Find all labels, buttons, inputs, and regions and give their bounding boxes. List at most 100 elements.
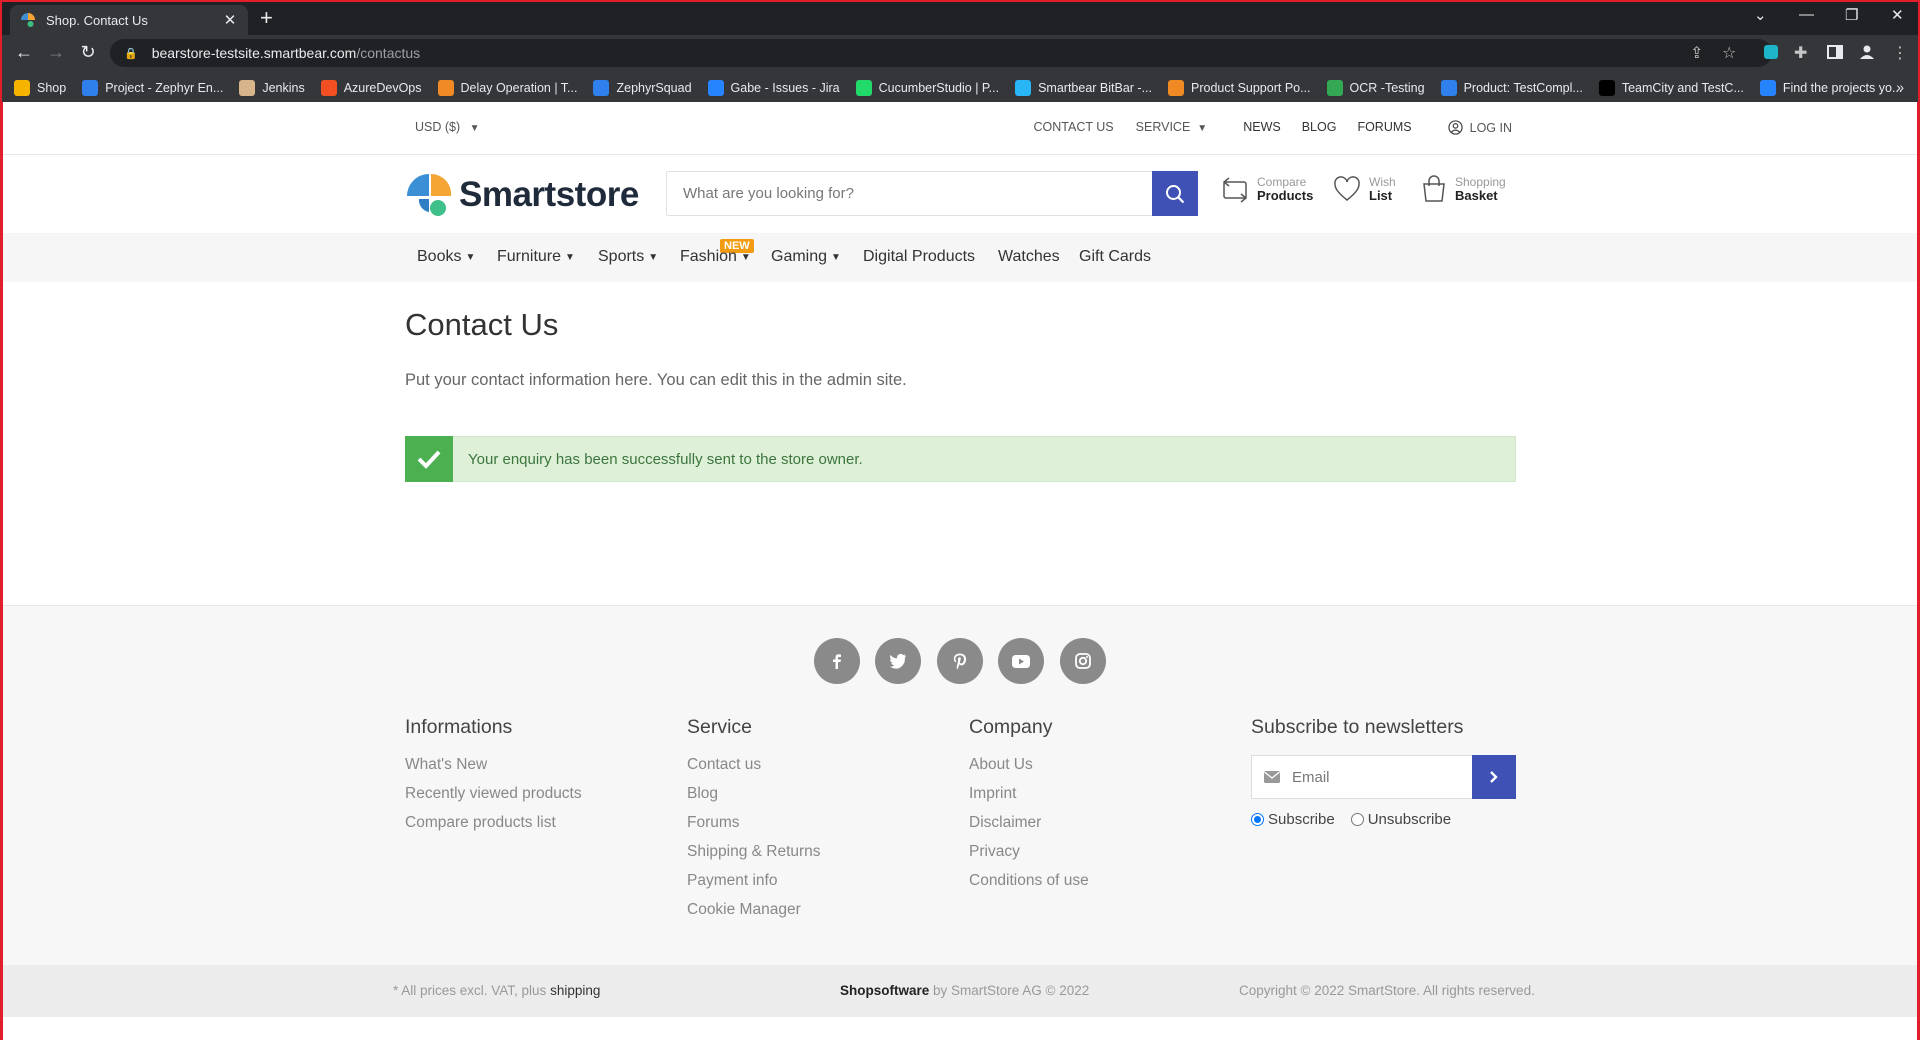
- profile-icon[interactable]: [1858, 43, 1876, 61]
- chevron-down-icon: ▼: [740, 252, 751, 263]
- wish-label-bottom: List: [1369, 188, 1393, 203]
- search-button[interactable]: [1152, 171, 1198, 216]
- bookmark-item[interactable]: TeamCity and TestC...: [1598, 79, 1744, 96]
- new-tab-icon[interactable]: +: [260, 7, 273, 29]
- back-icon[interactable]: ←: [13, 42, 35, 63]
- youtube-icon[interactable]: [998, 638, 1044, 684]
- nav-item-gaming[interactable]: Gaming ▼: [771, 248, 841, 266]
- bookmark-item[interactable]: ZephyrSquad: [593, 79, 692, 96]
- bookmark-item[interactable]: OCR -Testing: [1326, 79, 1425, 96]
- footer-link-conditions[interactable]: Conditions of use: [969, 872, 1089, 890]
- footer-link-compare-list[interactable]: Compare products list: [405, 814, 582, 832]
- compare-products-button[interactable]: Compare Products: [1221, 175, 1313, 203]
- tab-close-icon[interactable]: ✕: [222, 11, 238, 29]
- pinterest-icon[interactable]: [937, 638, 983, 684]
- bookmark-star-icon[interactable]: ☆: [1722, 43, 1736, 63]
- minimize-icon[interactable]: —: [1799, 6, 1814, 23]
- chevron-down-icon: ▼: [648, 252, 659, 263]
- nav-item-furniture[interactable]: Furniture ▼: [497, 248, 575, 266]
- share-icon[interactable]: ⇪: [1690, 43, 1703, 63]
- subscribe-option[interactable]: Subscribe: [1251, 811, 1335, 828]
- close-window-icon[interactable]: ✕: [1891, 6, 1904, 24]
- browser-tab[interactable]: Shop. Contact Us ✕: [10, 5, 248, 35]
- bookmark-item[interactable]: Find the projects yo...: [1759, 79, 1902, 96]
- footer-link-disclaimer[interactable]: Disclaimer: [969, 814, 1089, 832]
- unsubscribe-radio[interactable]: [1350, 813, 1364, 826]
- forward-icon[interactable]: →: [45, 42, 67, 63]
- newsletter-email-input[interactable]: [1292, 768, 1462, 786]
- search-icon: [1166, 184, 1185, 203]
- currency-selector[interactable]: USD ($) ▼: [415, 120, 480, 134]
- wish-list-button[interactable]: Wish List: [1333, 175, 1396, 203]
- bookmark-item[interactable]: Delay Operation | T...: [437, 79, 577, 96]
- footer-link-blog[interactable]: Blog: [687, 785, 821, 803]
- bookmark-item[interactable]: Jenkins: [239, 79, 305, 96]
- bookmark-favicon-icon: [14, 79, 30, 96]
- bookmark-item[interactable]: Product Support Po...: [1168, 79, 1311, 96]
- service-dropdown[interactable]: SERVICE ▼: [1136, 120, 1208, 135]
- footer-link-imprint[interactable]: Imprint: [969, 785, 1089, 803]
- menu-kebab-icon[interactable]: ⋮: [1892, 43, 1908, 63]
- bookmark-label: Jenkins: [262, 80, 305, 95]
- footer-link-about-us[interactable]: About Us: [969, 756, 1089, 774]
- bookmark-item[interactable]: Product: TestCompl...: [1440, 79, 1583, 96]
- bookmark-item[interactable]: Gabe - Issues - Jira: [707, 79, 840, 96]
- search-input[interactable]: [667, 172, 1153, 215]
- footer-link-whats-new[interactable]: What's New: [405, 756, 582, 774]
- user-circle-icon: [1447, 120, 1463, 135]
- nav-item-books[interactable]: Books ▼: [417, 248, 475, 266]
- checkmark-icon: [417, 450, 441, 469]
- compare-label-top: Compare: [1257, 175, 1307, 189]
- extensions-puzzle-icon[interactable]: ✚: [1794, 43, 1807, 63]
- page-title: Contact Us: [405, 307, 559, 342]
- bookmark-item[interactable]: Shop: [14, 79, 66, 96]
- copyright: Copyright © 2022 SmartStore. All rights …: [1239, 983, 1535, 998]
- reload-icon[interactable]: ↻: [77, 42, 99, 63]
- footer-link-contact-us[interactable]: Contact us: [687, 756, 821, 774]
- bookmark-item[interactable]: Smartbear BitBar -...: [1015, 79, 1152, 96]
- footer-link-recently-viewed[interactable]: Recently viewed products: [405, 785, 582, 803]
- bookmarks-overflow-icon[interactable]: »: [1896, 79, 1904, 95]
- contact-us-link[interactable]: CONTACT US: [1034, 120, 1114, 135]
- unsubscribe-option[interactable]: Unsubscribe: [1350, 811, 1451, 828]
- newsletter-submit-button[interactable]: [1472, 755, 1516, 799]
- instagram-icon[interactable]: [1060, 638, 1106, 684]
- footer-company-column: Company About Us Imprint Disclaimer Priv…: [969, 716, 1089, 901]
- footer-column-title: Company: [969, 716, 1053, 738]
- browser-chrome: Shop. Contact Us ✕ + ⌄ — ❐ ✕ ← → ↻ 🔒 bea…: [0, 0, 1920, 104]
- twitter-icon[interactable]: [875, 638, 921, 684]
- news-link[interactable]: NEWS: [1243, 120, 1281, 135]
- nav-item-fashion[interactable]: Fashion ▼: [680, 248, 751, 266]
- footer-link-payment-info[interactable]: Payment info: [687, 872, 821, 890]
- nav-item-digital-products[interactable]: Digital Products: [863, 248, 975, 266]
- shopsoftware-link[interactable]: Shopsoftware: [840, 983, 929, 998]
- footer-link-cookie-manager[interactable]: Cookie Manager: [687, 901, 821, 919]
- footer-link-privacy[interactable]: Privacy: [969, 843, 1089, 861]
- facebook-icon[interactable]: [814, 638, 860, 684]
- bookmark-item[interactable]: CucumberStudio | P...: [855, 79, 999, 96]
- side-panel-icon[interactable]: [1826, 43, 1844, 61]
- shipping-link[interactable]: shipping: [550, 983, 600, 998]
- tab-strip: Shop. Contact Us ✕ + ⌄ — ❐ ✕: [2, 2, 1918, 35]
- extension-icon[interactable]: [1762, 43, 1780, 61]
- footer-link-forums[interactable]: Forums: [687, 814, 821, 832]
- search-box: [666, 171, 1198, 216]
- restore-icon[interactable]: ❐: [1845, 6, 1858, 24]
- footer-link-shipping-returns[interactable]: Shipping & Returns: [687, 843, 821, 861]
- site-logo[interactable]: Smartstore: [405, 172, 639, 218]
- bookmark-favicon-icon: [320, 79, 337, 96]
- subscribe-radio[interactable]: [1251, 813, 1264, 826]
- forums-link[interactable]: FORUMS: [1357, 120, 1411, 135]
- nav-item-sports[interactable]: Sports ▼: [598, 248, 658, 266]
- bookmark-item[interactable]: Project - Zephyr En...: [82, 79, 223, 96]
- login-link[interactable]: LOG IN: [1447, 120, 1512, 135]
- service-label: SERVICE: [1135, 120, 1191, 134]
- nav-item-gift-cards[interactable]: Gift Cards: [1079, 248, 1151, 266]
- nav-item-watches[interactable]: Watches: [998, 248, 1060, 266]
- bookmark-item[interactable]: AzureDevOps: [320, 79, 422, 96]
- tab-search-icon[interactable]: ⌄: [1754, 6, 1767, 24]
- address-bar[interactable]: 🔒 bearstore-testsite.smartbear.com /cont…: [110, 39, 1772, 67]
- blog-link[interactable]: BLOG: [1302, 120, 1337, 135]
- shopping-basket-button[interactable]: Shopping Basket: [1421, 175, 1506, 203]
- top-links: CONTACT US SERVICE ▼ NEWS BLOG FORUMS LOG…: [1012, 120, 1512, 135]
